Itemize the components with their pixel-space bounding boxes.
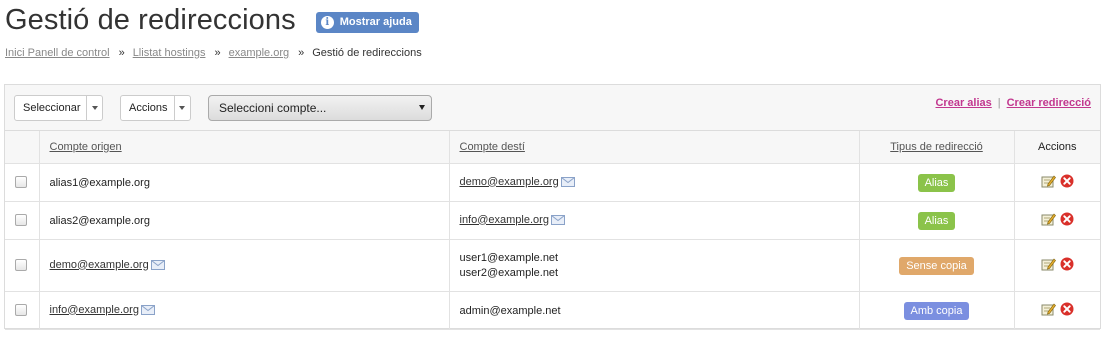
breadcrumb-hostings-link[interactable]: Llistat hostings [133, 47, 206, 59]
origin-cell: alias2@example.org [39, 201, 450, 240]
row-checkbox[interactable] [15, 258, 27, 271]
origin-cell: info@example.org [39, 291, 450, 330]
actions-cell [1014, 163, 1100, 202]
create-alias-link[interactable]: Crear alias [935, 97, 991, 109]
type-cell: Alias [859, 201, 1015, 240]
origin-cell: demo@example.org [39, 239, 450, 292]
breadcrumb-home-link[interactable]: Inici Panell de control [5, 47, 110, 59]
column-header-origin: Compte origen [39, 131, 450, 164]
destination-link[interactable]: info@example.org [460, 214, 549, 226]
column-header-actions: Accions [1014, 131, 1100, 164]
redirections-table: Compte origen Compte destí Tipus de redi… [5, 131, 1100, 330]
type-cell: Sense copia [859, 239, 1015, 292]
delete-icon[interactable] [1060, 212, 1074, 229]
row-select-cell [5, 239, 40, 292]
toolbar-links: Crear alias | Crear redirecció [935, 97, 1091, 109]
destination-cell: info@example.org [449, 201, 860, 240]
select-column-header [5, 131, 40, 164]
destination-link[interactable]: demo@example.org [460, 176, 559, 188]
sort-type-link[interactable]: Tipus de redirecció [890, 141, 983, 153]
origin-text: alias2@example.org [49, 214, 150, 227]
mail-icon[interactable] [150, 259, 165, 273]
select-button-label: Seleccionar [23, 102, 81, 114]
row-select-cell [5, 163, 40, 202]
chevron-down-icon [91, 106, 98, 110]
delete-icon[interactable] [1060, 174, 1074, 191]
destination-cell: user1@example.net user2@example.net [449, 239, 860, 292]
redirections-panel: Seleccionar Accions Seleccioni compte...… [4, 84, 1101, 330]
origin-text: alias1@example.org [49, 176, 150, 189]
destination-cell: demo@example.org [449, 163, 860, 202]
toolbar: Seleccionar Accions Seleccioni compte...… [5, 85, 1100, 131]
info-icon: i [320, 15, 334, 29]
account-select[interactable]: Seleccioni compte... [208, 95, 432, 121]
row-checkbox[interactable] [15, 213, 27, 226]
actions-cell [1014, 239, 1100, 292]
actions-cell [1014, 291, 1100, 330]
row-select-cell [5, 201, 40, 240]
row-checkbox[interactable] [15, 175, 27, 188]
row-select-cell [5, 291, 40, 330]
destination-line: info@example.org [460, 214, 859, 228]
breadcrumb-separator: » [298, 47, 305, 59]
redirect-type-badge: Alias [917, 173, 956, 192]
origin-link[interactable]: info@example.org [50, 304, 139, 316]
destination-text: user1@example.net [459, 252, 559, 264]
title-row: Gestió de redireccions i Mostrar ajuda [5, 2, 419, 38]
show-help-button[interactable]: i Mostrar ajuda [315, 11, 419, 33]
select-dropdown-button[interactable]: Seleccionar [14, 95, 104, 121]
link-separator: | [997, 97, 1001, 109]
actions-button-label: Accions [129, 102, 168, 114]
sort-destination-link[interactable]: Compte destí [450, 141, 525, 153]
table-row: info@example.org admin@example.net Amb cop… [5, 291, 1100, 330]
actions-cell [1014, 201, 1100, 240]
edit-icon[interactable] [1041, 174, 1056, 191]
table-row: alias2@example.org info@example.org Alias [5, 201, 1100, 240]
edit-icon[interactable] [1041, 302, 1056, 319]
table-header-row: Compte origen Compte destí Tipus de redi… [5, 131, 1100, 164]
breadcrumb-current: Gestió de redireccions [312, 47, 422, 59]
table-row: demo@example.org user1@example.net user2@e… [5, 239, 1100, 292]
column-header-destination: Compte destí [449, 131, 860, 164]
destination-text: user2@example.net [459, 267, 559, 279]
breadcrumb-domain-link[interactable]: example.org [229, 47, 290, 59]
edit-icon[interactable] [1041, 257, 1056, 274]
column-header-type: Tipus de redirecció [859, 131, 1015, 164]
origin-link[interactable]: demo@example.org [50, 259, 149, 271]
delete-icon[interactable] [1060, 257, 1074, 274]
select-caret[interactable] [86, 96, 102, 120]
redirect-type-badge: Amb copia [903, 301, 970, 320]
redirect-type-badge: Alias [917, 211, 956, 230]
delete-icon[interactable] [1060, 302, 1074, 319]
mail-icon[interactable] [560, 176, 575, 190]
page-title: Gestió de redireccions [5, 3, 296, 36]
row-checkbox[interactable] [15, 303, 27, 316]
table-row: alias1@example.org demo@example.org Alias [5, 163, 1100, 202]
destination-text: admin@example.net [459, 304, 561, 317]
create-redirect-link[interactable]: Crear redirecció [1007, 97, 1091, 109]
redirect-type-badge: Sense copia [899, 256, 974, 275]
chevron-down-icon [419, 105, 425, 110]
account-select-value: Seleccioni compte... [219, 101, 327, 115]
sort-origin-link[interactable]: Compte origen [40, 141, 122, 153]
destination-cell: admin@example.net [449, 291, 860, 330]
destination-line: demo@example.org [460, 176, 859, 190]
breadcrumb-separator: » [214, 47, 221, 59]
breadcrumb: Inici Panell de control » Llistat hostin… [5, 47, 422, 59]
breadcrumb-separator: » [118, 47, 125, 59]
edit-icon[interactable] [1041, 212, 1056, 229]
show-help-label: Mostrar ajuda [339, 16, 412, 28]
chevron-down-icon [179, 106, 186, 110]
type-cell: Alias [859, 163, 1015, 202]
actions-caret[interactable] [173, 96, 190, 120]
type-cell: Amb copia [859, 291, 1015, 330]
actions-dropdown-button[interactable]: Accions [120, 95, 191, 121]
mail-icon[interactable] [140, 304, 155, 318]
mail-icon[interactable] [550, 214, 565, 228]
origin-cell: alias1@example.org [39, 163, 450, 202]
